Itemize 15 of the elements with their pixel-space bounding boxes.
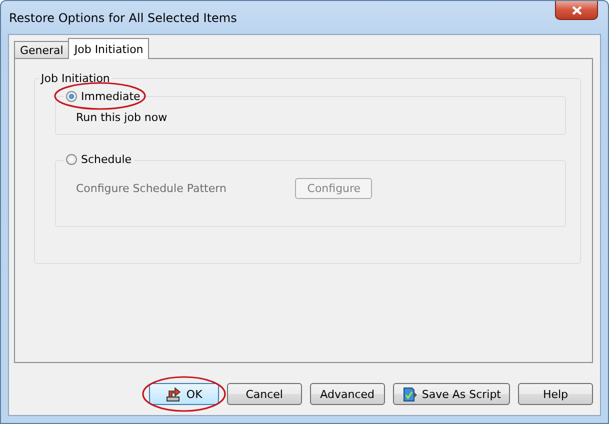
dialog-button[interactable]: Help (518, 383, 593, 405)
tab[interactable]: General (14, 41, 70, 58)
option-description: Run this job now (76, 111, 168, 124)
option-description: Configure Schedule Pattern (76, 182, 226, 195)
script-icon (402, 386, 418, 402)
close-button[interactable] (555, 1, 598, 20)
close-icon (572, 6, 582, 14)
dialog-button[interactable]: OK (148, 383, 219, 405)
tab[interactable]: Job Initiation (68, 38, 150, 59)
dialog-button[interactable]: Advanced (310, 383, 385, 405)
dialog-button[interactable]: Save As Script (392, 383, 510, 405)
restore-icon (165, 386, 182, 402)
window-title: Restore Options for All Selected Items (9, 11, 238, 25)
dialog-button[interactable]: Cancel (226, 383, 302, 405)
group-title: Job Initiation (40, 72, 111, 85)
